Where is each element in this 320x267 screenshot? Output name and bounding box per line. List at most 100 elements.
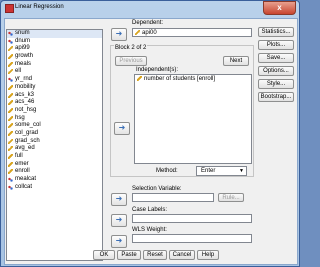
variable-list-item[interactable]: acs_46 xyxy=(7,99,102,107)
block-group: Block 2 of 2 Previous Next Independent(s… xyxy=(110,45,254,177)
plots-button[interactable]: Plots... xyxy=(258,40,294,50)
variable-list-item[interactable]: growth xyxy=(7,53,102,61)
scale-icon xyxy=(8,169,13,175)
method-select[interactable]: Enter ▼ xyxy=(196,166,247,176)
variable-name: full xyxy=(15,153,23,159)
variable-name: api99 xyxy=(15,45,30,52)
variable-list-item[interactable]: api99 xyxy=(7,45,102,53)
close-button[interactable]: x xyxy=(263,1,296,15)
variable-list-item[interactable]: grad_sch xyxy=(7,138,102,146)
variable-name: yr_rnd xyxy=(15,76,33,83)
variable-list-item[interactable]: mobility xyxy=(7,84,102,92)
wls-weight-label: WLS Weight: xyxy=(132,227,167,233)
scale-icon xyxy=(8,100,13,106)
move-to-wls-weight-button[interactable]: ➜ xyxy=(111,235,127,248)
variable-list-item[interactable]: snum xyxy=(7,30,102,38)
scale-icon xyxy=(8,130,13,136)
independent-label: Independent(s): xyxy=(136,67,179,73)
selection-variable-field[interactable] xyxy=(132,193,214,202)
variable-name: mealcat xyxy=(15,176,37,183)
variable-list-item[interactable]: full xyxy=(7,153,102,161)
scale-icon xyxy=(8,84,13,90)
options-button[interactable]: Options... xyxy=(258,66,294,76)
window-title: Linear Regression xyxy=(15,4,64,10)
nominal-icon xyxy=(8,77,13,83)
variable-list-item[interactable]: meals xyxy=(7,61,102,69)
variable-name: not_hsg xyxy=(15,106,37,113)
save-button[interactable]: Save... xyxy=(258,53,294,63)
nominal-icon xyxy=(8,184,13,190)
right-arrow-icon: ➜ xyxy=(115,236,123,245)
scale-icon xyxy=(8,154,13,159)
wls-weight-field[interactable] xyxy=(132,234,252,243)
variable-list[interactable]: snum dnum api99 growth meals ell yr_rnd mobilit… xyxy=(6,29,103,261)
scale-icon xyxy=(8,54,13,60)
style-button[interactable]: Style... xyxy=(258,79,294,89)
independent-list[interactable]: number of students [enroll] xyxy=(134,74,252,164)
nominal-icon xyxy=(8,177,13,183)
nominal-icon xyxy=(8,38,13,44)
reset-button[interactable]: Reset xyxy=(143,250,167,260)
variable-name: dnum xyxy=(15,37,31,44)
variable-name: mobility xyxy=(15,83,36,90)
move-to-case-labels-button[interactable]: ➜ xyxy=(111,214,127,227)
next-block-button[interactable]: Next xyxy=(223,56,249,66)
paste-button[interactable]: Paste xyxy=(117,250,141,260)
variable-name: snum xyxy=(15,30,30,36)
cancel-button[interactable]: Cancel xyxy=(169,250,195,260)
chevron-down-icon: ▼ xyxy=(239,168,244,174)
variable-list-item[interactable]: mealcat xyxy=(7,176,102,184)
variable-name: acs_k3 xyxy=(15,91,35,98)
scale-variable-icon xyxy=(135,30,140,35)
variable-list-item[interactable]: not_hsg xyxy=(7,107,102,115)
variable-name: some_col xyxy=(15,122,41,129)
move-to-selection-button[interactable]: ➜ xyxy=(111,193,127,206)
nominal-icon xyxy=(8,31,13,36)
previous-block-button[interactable]: Previous xyxy=(115,56,147,66)
variable-list-item[interactable]: emer xyxy=(7,161,102,169)
linear-regression-dialog: Linear Regression x snum dnum api99 growth m… xyxy=(0,0,300,267)
dependent-field[interactable]: api00 xyxy=(132,28,252,37)
scale-icon xyxy=(8,123,13,129)
selection-variable-label: Selection Variable: xyxy=(132,186,182,192)
scale-icon xyxy=(8,92,13,98)
move-to-independent-button[interactable]: ➜ xyxy=(114,122,130,135)
variable-name: enroll xyxy=(15,168,30,175)
variable-name: hsg xyxy=(15,114,25,121)
move-to-dependent-button[interactable]: ➜ xyxy=(111,28,127,41)
variable-list-item[interactable]: hsg xyxy=(7,115,102,123)
variable-list-item[interactable]: dnum xyxy=(7,38,102,46)
variable-list-item[interactable]: collcat xyxy=(7,184,102,192)
scale-icon xyxy=(8,115,13,121)
title-bar: Linear Regression x xyxy=(1,1,299,15)
variable-list-item[interactable]: col_grad xyxy=(7,130,102,138)
variable-name: ell xyxy=(15,68,22,75)
block-title: Block 2 of 2 xyxy=(114,45,148,51)
right-arrow-icon: ➜ xyxy=(118,123,126,132)
method-value: Enter xyxy=(201,168,216,174)
variable-list-item[interactable]: acs_k3 xyxy=(7,92,102,100)
scale-icon xyxy=(8,46,13,52)
variable-name: emer xyxy=(15,160,29,167)
scale-icon xyxy=(8,146,13,152)
scale-icon xyxy=(8,161,13,167)
scale-icon xyxy=(8,138,13,144)
independent-list-item[interactable]: number of students [enroll] xyxy=(135,75,251,83)
variable-list-item[interactable]: ell xyxy=(7,68,102,76)
scale-icon xyxy=(8,69,13,75)
help-button[interactable]: Help xyxy=(197,250,219,260)
variable-list-item[interactable]: enroll xyxy=(7,168,102,176)
ok-button[interactable]: OK xyxy=(93,250,115,260)
variable-list-item[interactable]: some_col xyxy=(7,122,102,130)
app-icon xyxy=(5,4,14,13)
bootstrap-button[interactable]: Bootstrap... xyxy=(258,92,294,102)
variable-name: growth xyxy=(15,53,34,60)
statistics-button[interactable]: Statistics... xyxy=(258,27,294,37)
variable-list-item[interactable]: yr_rnd xyxy=(7,76,102,84)
variable-name: collcat xyxy=(15,183,33,190)
case-labels-label: Case Labels: xyxy=(132,207,168,213)
rule-button[interactable]: Rule... xyxy=(218,193,244,202)
independent-variable-name: number of students [enroll] xyxy=(144,76,216,82)
case-labels-field[interactable] xyxy=(132,214,252,223)
variable-list-item[interactable]: avg_ed xyxy=(7,145,102,153)
